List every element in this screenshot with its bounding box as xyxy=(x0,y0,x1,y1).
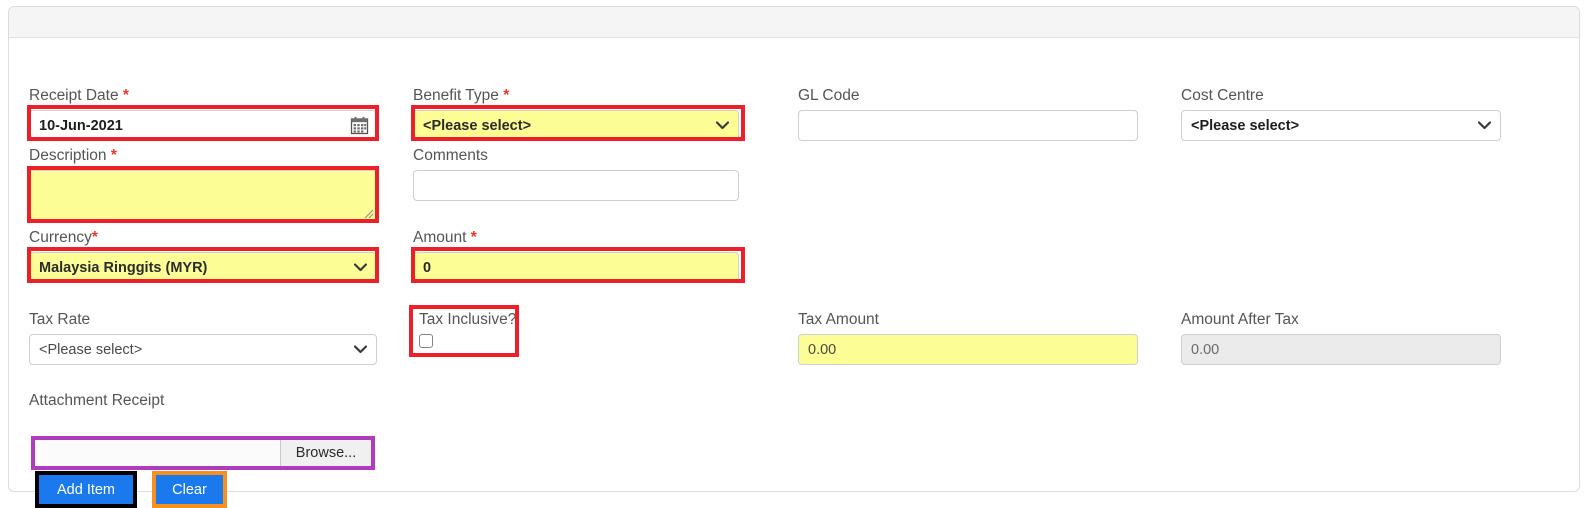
currency-field: Currency* xyxy=(29,228,377,283)
attachment-input-field: Browse... xyxy=(34,439,372,467)
clear-button[interactable]: Clear xyxy=(156,475,223,504)
cost-centre-select-wrap xyxy=(1181,110,1501,141)
description-textarea[interactable] xyxy=(29,170,377,222)
amount-after-tax-input xyxy=(1181,334,1501,365)
tax-rate-select-wrap xyxy=(29,334,377,365)
tax-amount-label: Tax Amount xyxy=(798,310,1138,329)
file-name-display xyxy=(35,440,280,466)
comments-field: Comments xyxy=(413,146,739,201)
benefit-type-field: Benefit Type * xyxy=(413,86,739,141)
tax-rate-field: Tax Rate xyxy=(29,310,377,365)
receipt-date-field: Receipt Date * xyxy=(29,86,377,141)
currency-label: Currency* xyxy=(29,228,377,247)
comments-label: Comments xyxy=(413,146,739,165)
tax-inclusive-field: Tax Inclusive? xyxy=(419,310,519,348)
description-label: Description * xyxy=(29,146,377,165)
tax-rate-select[interactable] xyxy=(29,334,377,365)
receipt-date-label-text: Receipt Date xyxy=(29,87,119,104)
amount-label-text: Amount xyxy=(413,229,467,246)
description-label-text: Description xyxy=(29,147,107,164)
tax-amount-label-text: Tax Amount xyxy=(798,311,879,328)
panel-header xyxy=(9,7,1579,38)
required-asterisk: * xyxy=(91,229,98,246)
tax-amount-input[interactable] xyxy=(798,334,1138,365)
benefit-type-label: Benefit Type * xyxy=(413,86,739,105)
currency-select[interactable] xyxy=(29,252,377,283)
receipt-date-input-wrap xyxy=(29,110,377,141)
tax-inclusive-label: Tax Inclusive? xyxy=(419,310,519,329)
tax-rate-label-text: Tax Rate xyxy=(29,311,91,328)
gl-code-input[interactable] xyxy=(798,110,1138,141)
currency-select-wrap xyxy=(29,252,377,283)
tax-inclusive-label-text: Tax Inclusive? xyxy=(419,311,517,328)
benefit-type-label-text: Benefit Type xyxy=(413,87,499,104)
attachment-label: Attachment Receipt xyxy=(29,391,377,410)
cost-centre-label: Cost Centre xyxy=(1181,86,1501,105)
attachment-label-text: Attachment Receipt xyxy=(29,392,165,409)
comments-label-text: Comments xyxy=(413,147,488,164)
attachment-field: Attachment Receipt xyxy=(29,391,377,415)
panel-body: Receipt Date * 10-Jun-2021 Description *… xyxy=(9,38,1579,508)
gl-code-field: GL Code xyxy=(798,86,1138,141)
benefit-type-select-wrap xyxy=(413,110,739,141)
gl-code-label: GL Code xyxy=(798,86,1138,105)
amount-after-tax-field: Amount After Tax xyxy=(1181,310,1501,365)
browse-button[interactable]: Browse... xyxy=(280,440,371,466)
tax-amount-field: Tax Amount xyxy=(798,310,1138,365)
amount-label: Amount * xyxy=(413,228,739,247)
add-item-button[interactable]: Add Item xyxy=(39,475,133,504)
tax-rate-label: Tax Rate xyxy=(29,310,377,329)
amount-after-tax-label: Amount After Tax xyxy=(1181,310,1501,329)
gl-code-label-text: GL Code xyxy=(798,87,860,104)
tax-inclusive-checkbox[interactable] xyxy=(419,334,433,348)
required-asterisk: * xyxy=(110,147,117,164)
amount-after-tax-label-text: Amount After Tax xyxy=(1181,311,1299,328)
benefit-type-select[interactable] xyxy=(413,110,739,141)
receipt-entry-panel: Receipt Date * 10-Jun-2021 Description *… xyxy=(8,6,1580,508)
cost-centre-select[interactable] xyxy=(1181,110,1501,141)
amount-input[interactable] xyxy=(413,252,739,283)
amount-field: Amount * xyxy=(413,228,739,283)
cost-centre-label-text: Cost Centre xyxy=(1181,87,1264,104)
receipt-date-label: Receipt Date * xyxy=(29,86,377,105)
required-asterisk: * xyxy=(470,229,477,246)
receipt-date-input[interactable] xyxy=(29,110,377,141)
textarea-resize-grip[interactable] xyxy=(363,208,374,219)
currency-label-text: Currency xyxy=(29,229,92,246)
required-asterisk: * xyxy=(503,87,510,104)
description-field: Description * xyxy=(29,146,377,222)
file-input[interactable]: Browse... xyxy=(34,439,372,467)
required-asterisk: * xyxy=(122,87,129,104)
comments-input[interactable] xyxy=(413,170,739,201)
cost-centre-field: Cost Centre xyxy=(1181,86,1501,141)
